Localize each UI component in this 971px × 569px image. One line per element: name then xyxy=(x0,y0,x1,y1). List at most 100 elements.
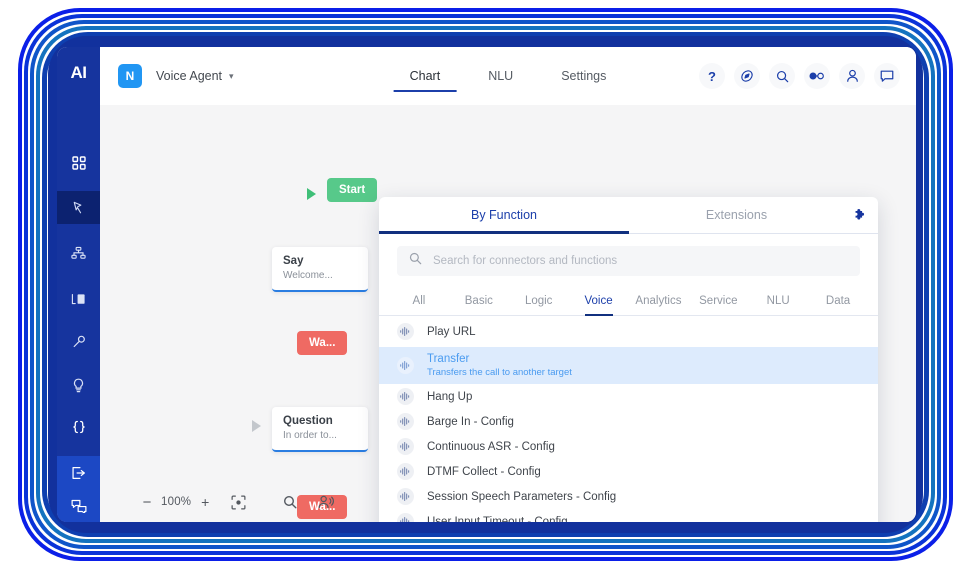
waveform-icon xyxy=(397,357,414,374)
category-tab-service[interactable]: Service xyxy=(688,286,748,316)
search-icon[interactable] xyxy=(769,63,795,89)
list-item[interactable]: Play URL xyxy=(379,316,878,347)
braces-icon xyxy=(72,420,86,435)
panel-tab-by-function[interactable]: By Function xyxy=(379,197,629,234)
waveform-icon xyxy=(397,513,414,522)
flow-cursor-icon xyxy=(71,200,86,215)
node-subtitle: Welcome... xyxy=(283,270,333,281)
user-profile-icon[interactable] xyxy=(839,63,865,89)
tab-settings[interactable]: Settings xyxy=(537,47,630,105)
search-icon xyxy=(409,252,422,270)
node-wait-1[interactable]: Wa... xyxy=(297,331,348,355)
list-item[interactable]: Hang Up xyxy=(379,384,878,409)
sidebar-item-deploy[interactable] xyxy=(57,456,100,490)
category-tab-voice[interactable]: Voice xyxy=(569,286,629,316)
wrench-icon xyxy=(72,335,86,349)
question-play-marker xyxy=(252,420,261,432)
list-item-label: Barge In - Config xyxy=(427,415,514,428)
category-tab-nlu[interactable]: NLU xyxy=(748,286,808,316)
canvas-bottom-toolbar: − 100% + xyxy=(100,482,341,522)
top-icon-group: ? xyxy=(699,63,900,89)
category-tab-data[interactable]: Data xyxy=(808,286,868,316)
list-item[interactable]: Transfer Transfers the call to another t… xyxy=(379,347,878,384)
start-play-marker xyxy=(307,188,316,200)
list-item-label: Transfer xyxy=(427,353,470,365)
main-area: N Voice Agent ▾ Chart NLU Settings ? Sta… xyxy=(100,47,916,522)
function-picker-panel: By Function Extensions Search for connec… xyxy=(379,197,878,522)
list-item[interactable]: Session Speech Parameters - Config xyxy=(379,484,878,509)
waveform-icon xyxy=(397,413,414,430)
node-start[interactable]: Start xyxy=(327,178,378,202)
list-item-label: DTMF Collect - Config xyxy=(427,465,541,478)
sidebar-item-code[interactable] xyxy=(57,412,100,445)
grid-icon xyxy=(71,156,86,170)
left-sidebar: AI xyxy=(57,47,100,522)
list-item-description: Transfers the call to another target xyxy=(427,367,572,378)
node-say[interactable]: Say Welcome... xyxy=(272,247,368,292)
panel-search-box[interactable] xyxy=(397,246,860,276)
function-list[interactable]: Play URL Transfer Transfers the call to … xyxy=(379,316,878,522)
chat-icon[interactable] xyxy=(874,63,900,89)
list-item[interactable]: Barge In - Config xyxy=(379,409,878,434)
node-title: Say xyxy=(283,255,304,267)
puzzle-piece-icon[interactable] xyxy=(853,208,868,223)
waveform-icon xyxy=(397,463,414,480)
waveform-icon xyxy=(397,488,414,505)
category-tab-all[interactable]: All xyxy=(389,286,449,316)
top-tab-bar: Chart NLU Settings xyxy=(386,47,631,105)
tab-nlu[interactable]: NLU xyxy=(464,47,537,105)
fit-to-screen-icon[interactable] xyxy=(223,490,253,514)
lightbulb-icon xyxy=(72,378,85,393)
category-tab-analytics[interactable]: Analytics xyxy=(629,286,689,316)
category-tab-logic[interactable]: Logic xyxy=(509,286,569,316)
list-item[interactable]: User Input Timeout - Config xyxy=(379,509,878,522)
help-icon[interactable]: ? xyxy=(699,63,725,89)
list-item[interactable]: DTMF Collect - Config xyxy=(379,459,878,484)
list-item-label: Hang Up xyxy=(427,390,473,403)
list-item-label: Continuous ASR - Config xyxy=(427,440,555,453)
sidebar-item-chats[interactable] xyxy=(57,489,100,522)
voice-user-icon[interactable] xyxy=(311,490,341,514)
list-item-label: User Input Timeout - Config xyxy=(427,515,568,523)
sidebar-item-dashboard[interactable] xyxy=(57,146,100,179)
waveform-icon xyxy=(397,438,414,455)
canvas-search-icon[interactable] xyxy=(275,490,305,514)
top-bar: N Voice Agent ▾ Chart NLU Settings ? xyxy=(100,47,916,105)
waveform-icon xyxy=(397,323,414,340)
export-icon xyxy=(71,466,86,480)
waveform-icon xyxy=(397,388,414,405)
zoom-in-button[interactable]: + xyxy=(195,490,215,514)
tab-chart[interactable]: Chart xyxy=(386,47,465,105)
zoom-out-button[interactable]: − xyxy=(137,490,157,514)
agent-avatar: N xyxy=(118,64,142,88)
sitemap-icon xyxy=(71,246,86,260)
chat-bubbles-icon xyxy=(71,499,87,513)
zoom-level-label: 100% xyxy=(161,496,192,508)
agent-name-label[interactable]: Voice Agent xyxy=(156,69,222,83)
sidebar-item-tools[interactable] xyxy=(57,326,100,359)
app-logo: AI xyxy=(70,62,88,82)
node-title: Question xyxy=(283,415,333,427)
panel-search-container xyxy=(379,234,878,286)
help-glyph: ? xyxy=(708,68,716,84)
list-item-label: Session Speech Parameters - Config xyxy=(427,490,617,503)
connection-toggle-icon[interactable] xyxy=(804,63,830,89)
node-question[interactable]: Question In order to... xyxy=(272,407,368,452)
category-tab-basic[interactable]: Basic xyxy=(449,286,509,316)
chevron-down-icon[interactable]: ▾ xyxy=(229,71,234,82)
compass-icon[interactable] xyxy=(734,63,760,89)
search-input[interactable] xyxy=(433,255,848,267)
panel-tab-extensions[interactable]: Extensions xyxy=(629,197,844,234)
flow-canvas[interactable]: Start Say Welcome... Wa... Question In o… xyxy=(100,105,916,522)
list-item[interactable]: Continuous ASR - Config xyxy=(379,434,878,459)
sidebar-item-hierarchy[interactable] xyxy=(57,236,100,269)
sidebar-item-insights[interactable] xyxy=(57,369,100,402)
app-window: AI N Voice Agent ▾ Chart NLU Settings ? … xyxy=(57,47,916,522)
sidebar-item-logs[interactable] xyxy=(57,283,100,316)
sidebar-item-flow[interactable] xyxy=(57,191,100,225)
list-icon xyxy=(71,293,86,305)
node-subtitle: In order to... xyxy=(283,430,337,441)
list-item-label: Play URL xyxy=(427,325,476,338)
category-tab-bar: All Basic Logic Voice Analytics Service … xyxy=(379,286,878,316)
panel-tab-bar: By Function Extensions xyxy=(379,197,878,234)
